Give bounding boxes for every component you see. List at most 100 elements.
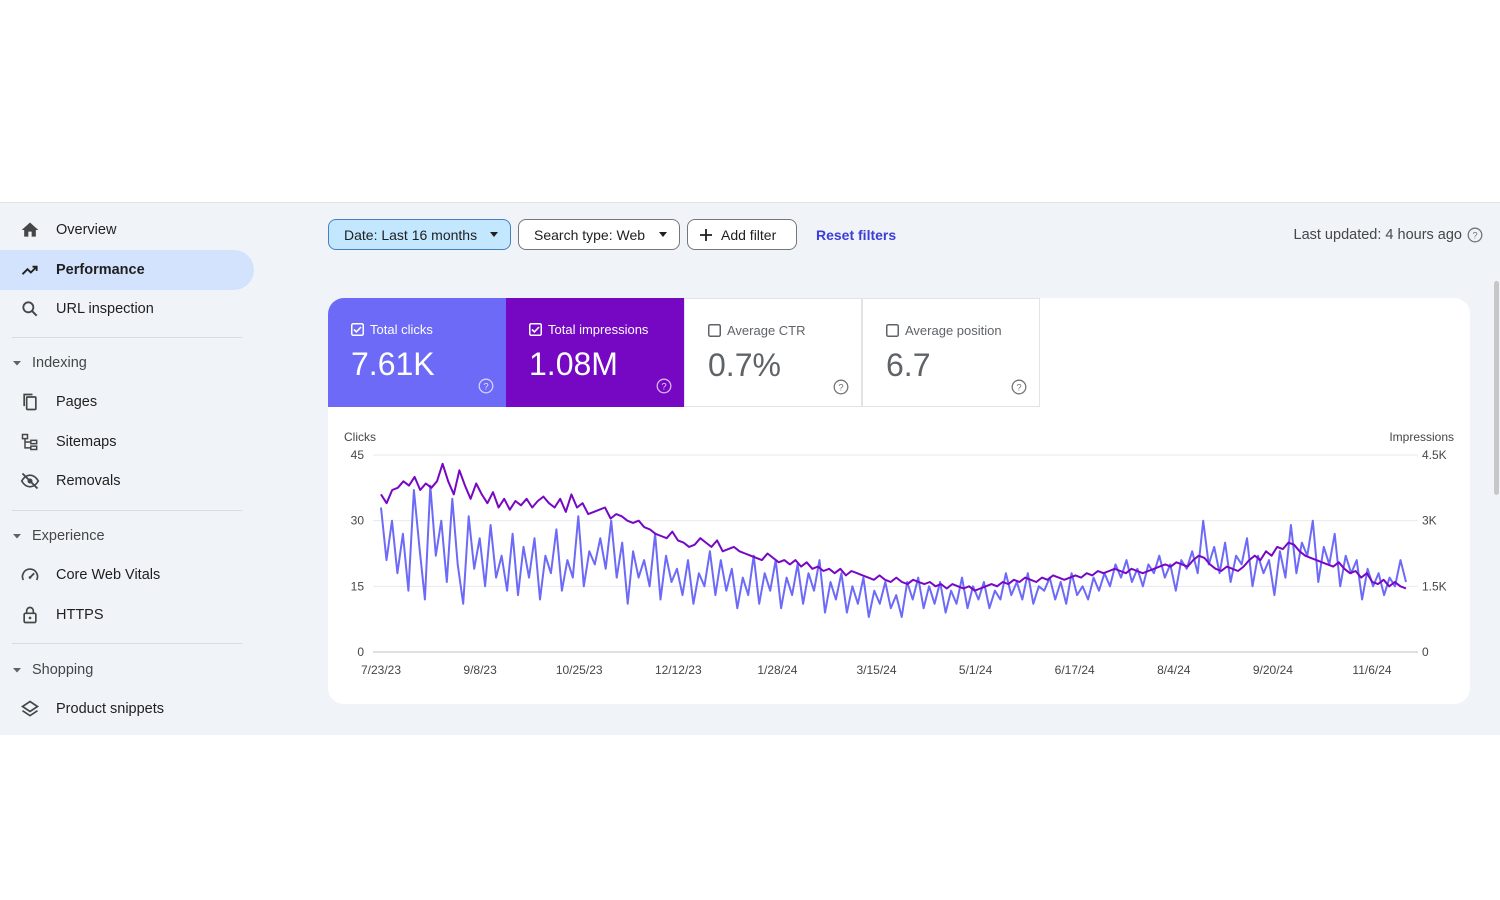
help-icon[interactable]: ? (1467, 227, 1483, 243)
svg-text:?: ? (483, 382, 488, 393)
divider (12, 510, 242, 511)
metric-label: Total impressions (548, 322, 649, 337)
y-tick-left: 30 (351, 514, 365, 528)
sidebar-item-overview[interactable]: Overview (0, 210, 254, 250)
trending-up-icon (21, 265, 38, 275)
y-tick-right: 0 (1422, 645, 1429, 659)
add-filter-button[interactable]: Add filter (687, 219, 797, 250)
x-tick-label: 3/15/24 (856, 663, 896, 677)
performance-chart[interactable]: Clicks Impressions 0 15 30 45 0 1.5K 3K 4.5K 7/2… (328, 423, 1470, 693)
search-console-app: Overview Performance URL inspection Inde… (0, 202, 1500, 735)
metric-label: Average CTR (727, 323, 806, 338)
metric-label: Total clicks (370, 322, 433, 337)
x-tick-label: 6/17/24 (1055, 663, 1095, 677)
visibility-off-icon (20, 472, 40, 490)
sidebar: Overview Performance URL inspection Inde… (0, 203, 262, 735)
help-icon[interactable]: ? (1011, 379, 1027, 395)
metric-total-impressions[interactable]: Total impressions 1.08M ? (506, 298, 684, 407)
help-icon[interactable]: ? (478, 378, 494, 394)
sidebar-item-label: Pages (56, 394, 98, 410)
divider (12, 337, 242, 338)
series-lines (380, 462, 1407, 618)
metric-label: Average position (905, 323, 1002, 338)
caret-down-icon (13, 361, 21, 366)
caret-down-icon (13, 668, 21, 673)
section-title: Indexing (32, 355, 87, 371)
sidebar-item-label: Performance (56, 262, 145, 278)
svg-text:?: ? (1016, 383, 1021, 394)
dropdown-arrow-icon (659, 232, 667, 237)
checkbox-unchecked-icon[interactable] (886, 324, 899, 337)
home-icon (21, 222, 39, 237)
sidebar-item-label: Sitemaps (56, 434, 117, 450)
divider (12, 643, 242, 644)
section-experience[interactable]: Experience (0, 518, 250, 554)
lock-icon (23, 606, 37, 624)
section-shopping[interactable]: Shopping (0, 652, 250, 688)
svg-text:?: ? (661, 382, 666, 393)
metric-value: 1.08M (529, 346, 618, 382)
y-tick-left: 15 (351, 579, 365, 593)
y-tick-left: 0 (357, 645, 364, 659)
checkbox-unchecked-icon[interactable] (708, 324, 721, 337)
x-tick-label: 9/20/24 (1253, 663, 1293, 677)
y-tick-right: 1.5K (1422, 579, 1447, 593)
sidebar-item-label: Overview (56, 222, 117, 238)
sidebar-item-product-snippets[interactable]: Product snippets (0, 689, 254, 729)
section-title: Experience (32, 528, 105, 544)
svg-text:?: ? (1472, 231, 1477, 242)
search-type-chip[interactable]: Search type: Web (518, 219, 680, 250)
left-axis-label: Clicks (344, 430, 376, 444)
sidebar-item-performance[interactable]: Performance (0, 250, 254, 290)
sidebar-item-label: Product snippets (56, 701, 165, 717)
sidebar-item-label: HTTPS (56, 607, 104, 623)
x-tick-label: 9/8/23 (463, 663, 497, 677)
checkbox-checked-icon[interactable] (529, 323, 542, 336)
metric-value: 6.7 (886, 347, 931, 383)
scrollbar[interactable] (1494, 281, 1499, 495)
section-indexing[interactable]: Indexing (0, 345, 250, 381)
speed-gauge-icon (21, 568, 39, 581)
y-tick-right: 3K (1422, 514, 1437, 528)
metric-value: 7.61K (351, 346, 435, 382)
sidebar-item-label: URL inspection (56, 301, 154, 317)
sidebar-item-label: Removals (56, 473, 121, 489)
section-title: Shopping (32, 662, 94, 678)
sitemap-icon (21, 433, 38, 451)
sidebar-item-label: Core Web Vitals (56, 567, 161, 583)
date-filter-chip[interactable]: Date: Last 16 months (328, 219, 511, 250)
y-tick-right: 4.5K (1422, 448, 1447, 462)
help-icon[interactable]: ? (833, 379, 849, 395)
add-filter-label: Add filter (721, 226, 777, 243)
metric-total-clicks[interactable]: Total clicks 7.61K ? (328, 298, 506, 407)
plus-icon (700, 229, 712, 241)
sidebar-item-sitemaps[interactable]: Sitemaps (0, 422, 254, 462)
impressions-series-line (380, 462, 1407, 592)
right-axis-label: Impressions (1389, 430, 1454, 444)
sidebar-item-removals[interactable]: Removals (0, 461, 254, 501)
metric-average-position[interactable]: Average position 6.7 ? (862, 298, 1040, 407)
checkbox-checked-icon[interactable] (351, 323, 364, 336)
help-icon[interactable]: ? (656, 378, 672, 394)
sidebar-item-url-inspection[interactable]: URL inspection (0, 289, 254, 329)
x-tick-label: 11/6/24 (1352, 663, 1391, 677)
x-tick-label: 10/25/23 (556, 663, 603, 677)
svg-text:?: ? (838, 383, 843, 394)
date-filter-label: Date: Last 16 months (344, 226, 478, 243)
layers-icon (20, 700, 40, 717)
metric-value: 0.7% (708, 347, 781, 383)
x-tick-label: 5/1/24 (959, 663, 993, 677)
sidebar-item-https[interactable]: HTTPS (0, 595, 254, 635)
dropdown-arrow-icon (490, 232, 498, 237)
metric-average-ctr[interactable]: Average CTR 0.7% ? (684, 298, 862, 407)
sidebar-item-pages[interactable]: Pages (0, 382, 254, 422)
x-tick-label: 7/23/23 (361, 663, 401, 677)
grid-lines (373, 454, 1418, 653)
pages-icon (23, 393, 37, 411)
caret-down-icon (13, 534, 21, 539)
last-updated-text: Last updated: 4 hours ago (1293, 227, 1463, 243)
search-type-label: Search type: Web (534, 226, 646, 243)
y-tick-left: 45 (351, 448, 365, 462)
reset-filters-link[interactable]: Reset filters (816, 227, 896, 243)
sidebar-item-core-web-vitals[interactable]: Core Web Vitals (0, 555, 254, 595)
